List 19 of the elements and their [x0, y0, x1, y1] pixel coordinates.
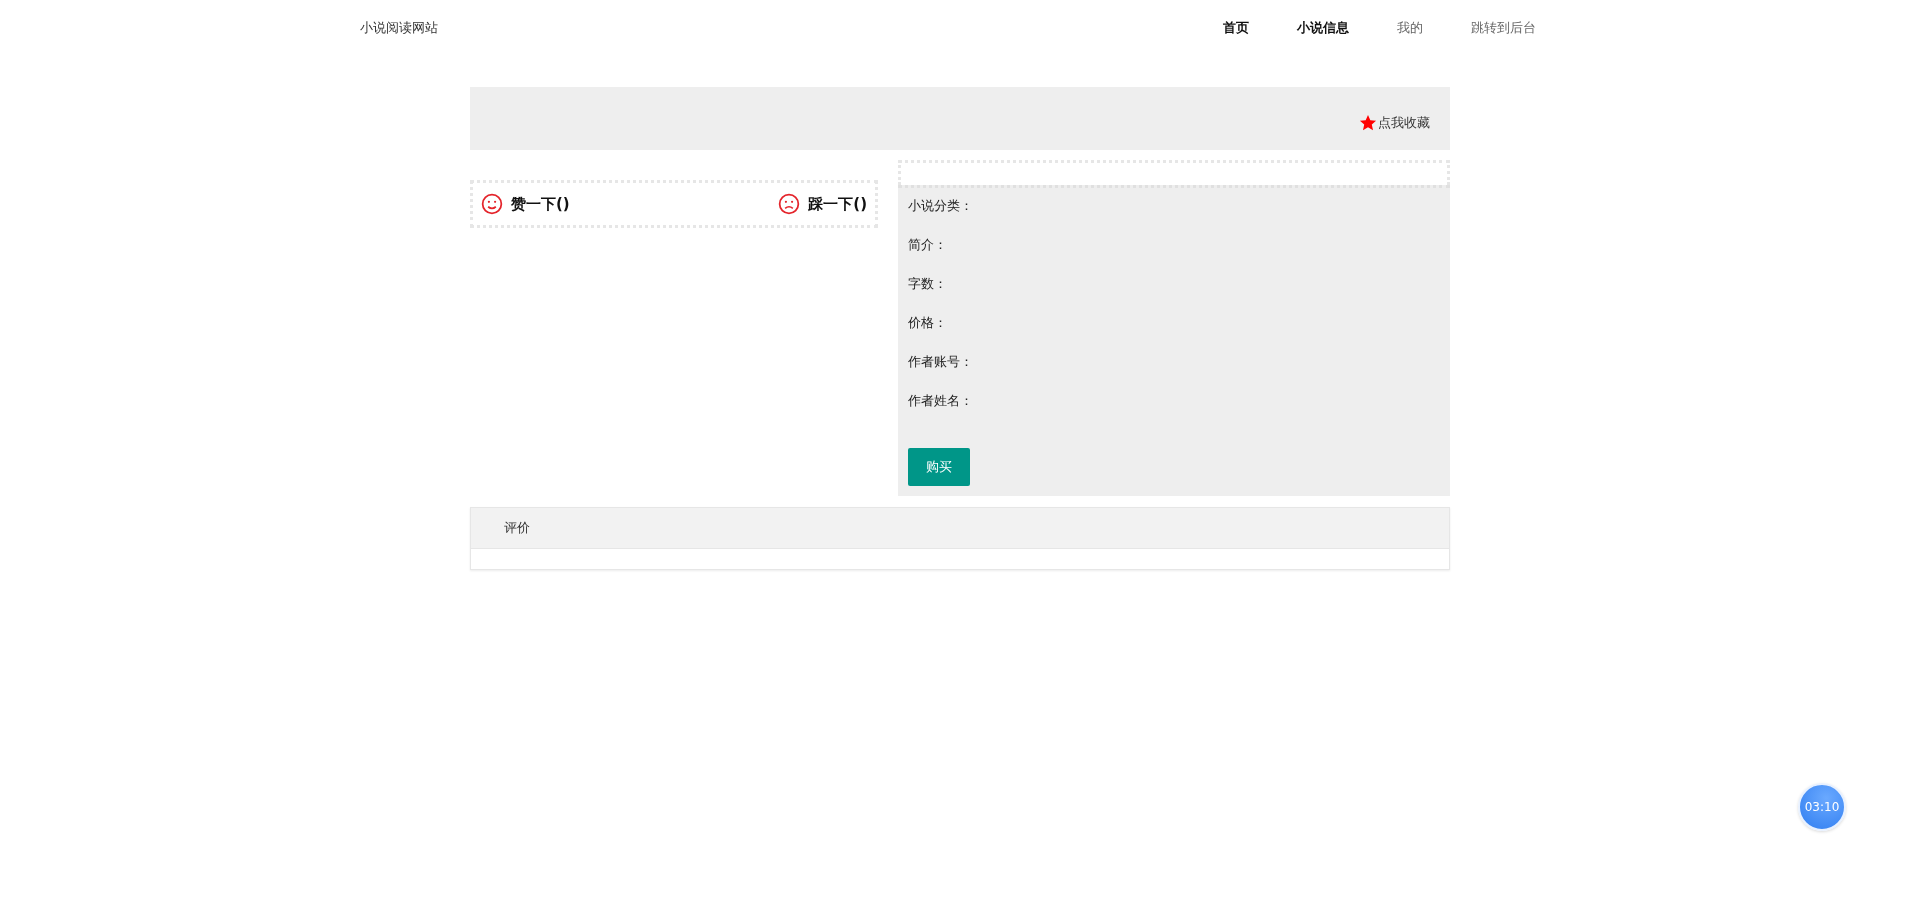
- info-label: 字数：: [908, 275, 948, 293]
- smiley-icon: [481, 193, 503, 215]
- buy-button[interactable]: 购买: [908, 448, 970, 486]
- star-icon: [1359, 113, 1377, 132]
- favorite-link[interactable]: 点我收藏: [1359, 113, 1430, 132]
- nav-link[interactable]: 跳转到后台: [1447, 19, 1560, 37]
- frown-icon: [778, 193, 801, 215]
- review-title: 评价: [504, 519, 530, 537]
- info-label: 作者账号：: [908, 353, 974, 371]
- info-label: 简介：: [908, 236, 948, 254]
- info-label: 作者姓名：: [908, 392, 974, 410]
- nav-link[interactable]: 首页: [1199, 19, 1273, 37]
- vote-link[interactable]: 赞一下(): [481, 193, 570, 215]
- info-label: 小说分类：: [908, 197, 974, 215]
- info-label: 价格：: [908, 314, 948, 332]
- site-title[interactable]: 小说阅读网站: [360, 19, 438, 37]
- vote-link[interactable]: 踩一下(): [778, 193, 867, 215]
- nav-link[interactable]: 我的: [1373, 19, 1447, 37]
- nav-link[interactable]: 小说信息: [1273, 19, 1373, 37]
